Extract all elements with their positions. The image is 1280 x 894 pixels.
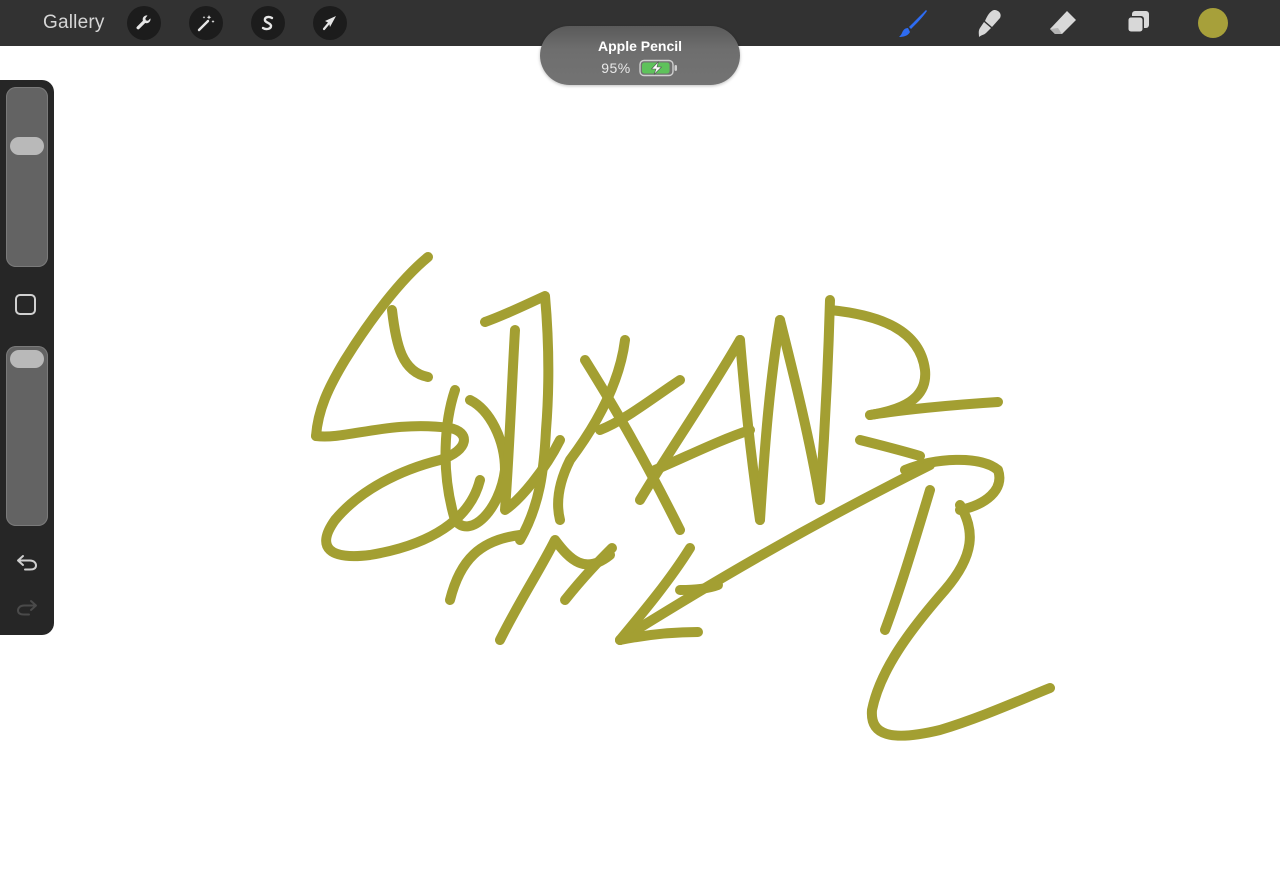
layers-icon [1127, 11, 1149, 33]
opacity-slider[interactable] [6, 346, 48, 526]
drawing-canvas[interactable] [0, 0, 1280, 894]
stroke-arrow-shaft [615, 460, 935, 645]
stroke-d [825, 305, 931, 420]
stroke-arrow-head2 [615, 627, 703, 645]
stroke-under-2 [495, 535, 615, 645]
brush-size-handle[interactable] [10, 137, 44, 156]
magic-wand-icon [197, 15, 215, 32]
stroke-arrow-mid [675, 580, 723, 595]
layers-button[interactable] [1121, 6, 1155, 40]
sidebar [0, 80, 54, 635]
apple-pencil-battery: 95% [540, 59, 740, 77]
wrench-icon [136, 15, 151, 30]
brush-icon [899, 10, 927, 37]
apple-pencil-battery-notification: Apple Pencil 95% [540, 26, 740, 85]
adjustments-button[interactable] [189, 6, 223, 40]
battery-percentage: 95% [601, 59, 631, 76]
undo-button[interactable] [14, 551, 40, 573]
eraser-tool-button[interactable] [1046, 6, 1080, 40]
opacity-handle[interactable] [10, 350, 44, 368]
apple-pencil-title: Apple Pencil [597, 38, 683, 54]
brush-tool-button[interactable] [896, 6, 930, 40]
stroke-n1 [755, 315, 785, 525]
actions-button[interactable] [127, 6, 161, 40]
battery-charging-icon [639, 59, 677, 77]
stroke-s-sweep [311, 421, 485, 561]
stroke-a1 [635, 335, 745, 505]
stroke-under-1 [445, 530, 525, 605]
color-picker-button[interactable] [1198, 8, 1228, 38]
selection-button[interactable] [251, 6, 285, 40]
brush-size-slider[interactable] [6, 87, 48, 267]
stroke-e1 [865, 397, 1003, 420]
redo-button[interactable] [14, 596, 40, 618]
stroke-r2 [866, 500, 1055, 741]
modify-square-icon[interactable] [15, 294, 36, 315]
eraser-icon [1050, 11, 1076, 34]
stroke-s-hook [387, 305, 433, 382]
undo-icon [17, 555, 38, 571]
selection-s-icon [261, 15, 274, 31]
transform-button[interactable] [313, 6, 347, 40]
stroke-n2 [775, 315, 825, 505]
stroke-e2 [855, 435, 925, 461]
gallery-button[interactable]: Gallery [43, 11, 105, 35]
transform-arrow-icon [322, 16, 336, 31]
smudge-tool-button[interactable] [971, 6, 1005, 40]
stroke-s-top [311, 252, 433, 441]
redo-icon [16, 600, 37, 616]
graffiti-artwork [311, 252, 1055, 741]
stroke-n3 [815, 295, 835, 505]
smudge-icon [978, 10, 1001, 37]
